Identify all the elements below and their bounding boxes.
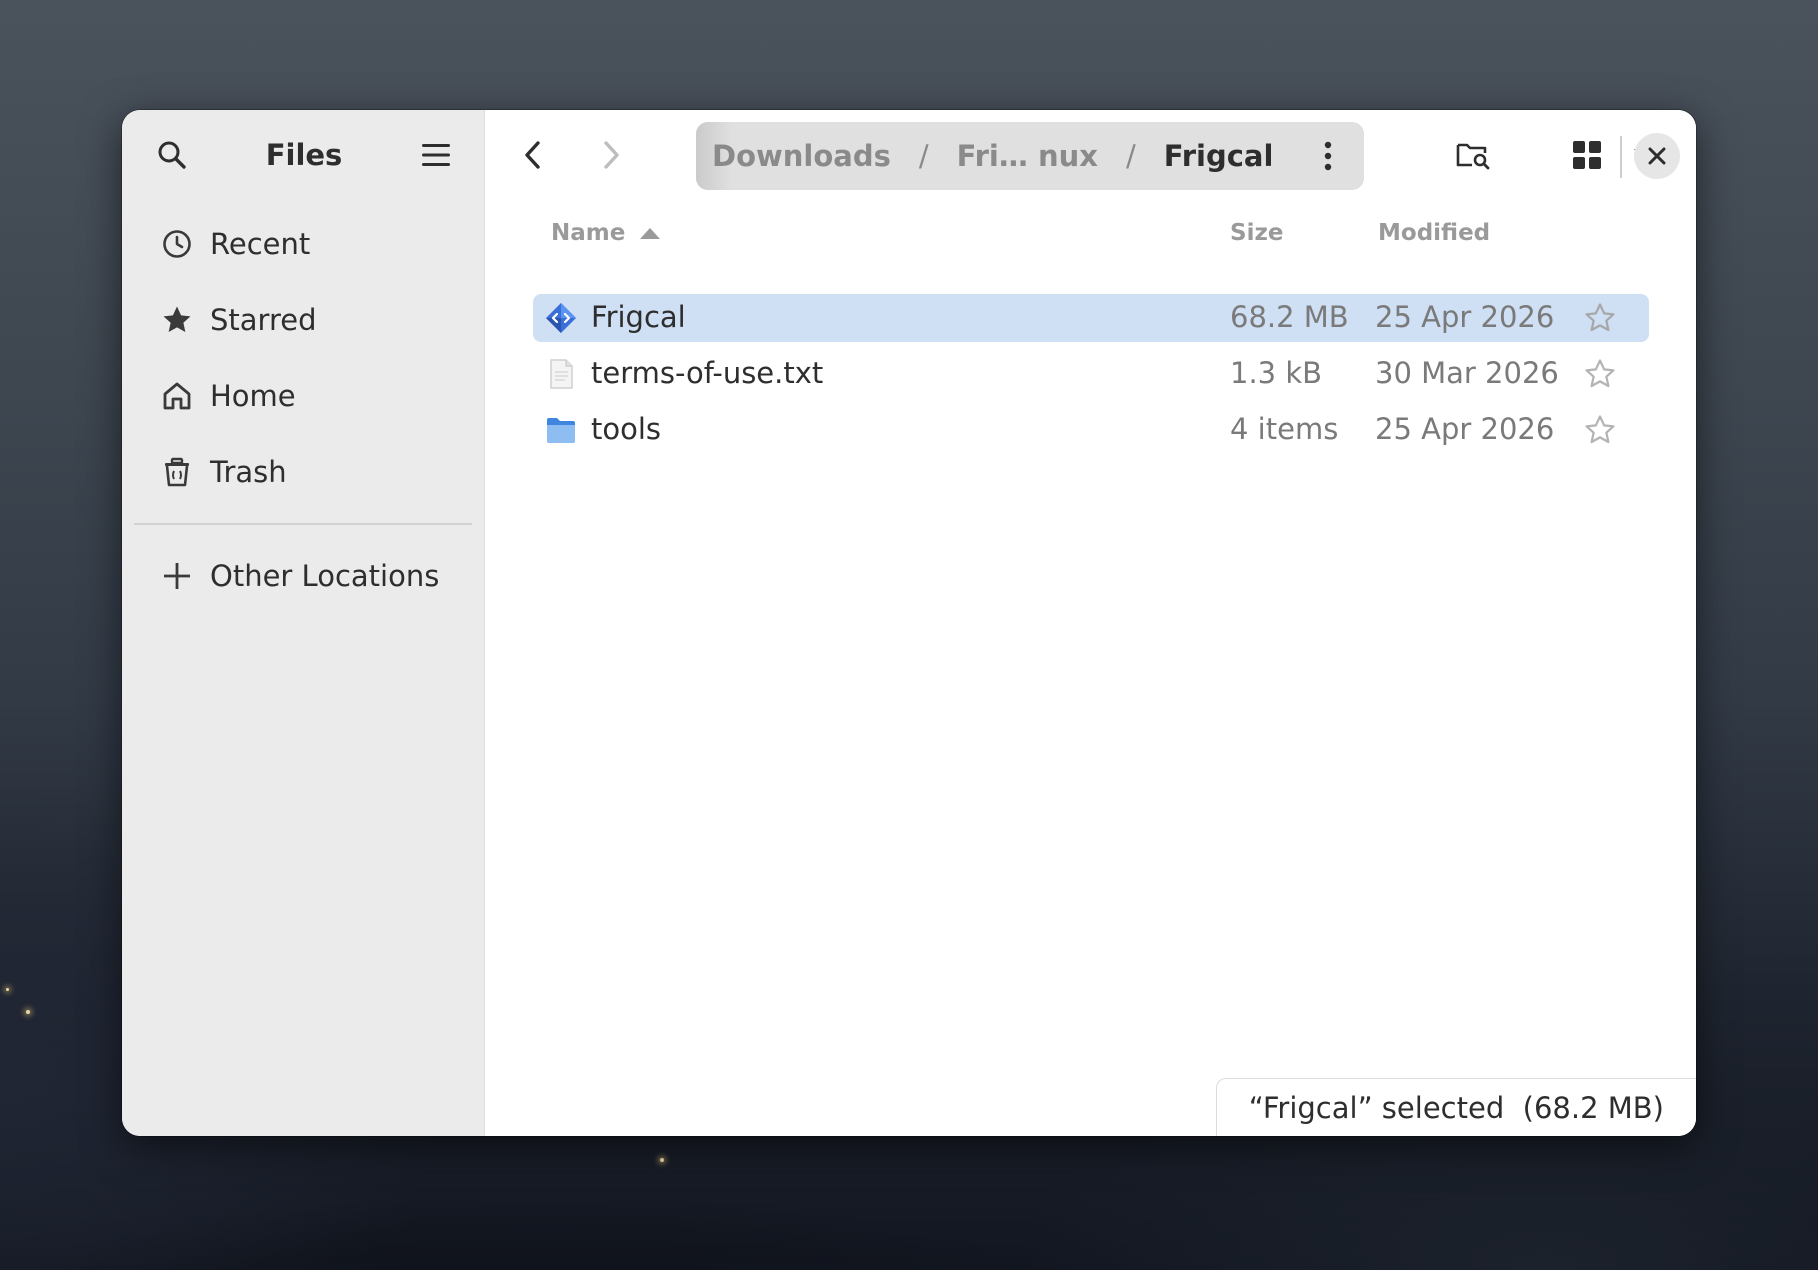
forward-button[interactable] [589, 133, 633, 177]
column-header-label: Name [551, 220, 626, 246]
grid-view-button[interactable] [1565, 133, 1609, 177]
breadcrumb-separator: / [918, 139, 929, 173]
folder-icon [547, 418, 575, 443]
breadcrumb: Downloads / Fri… nux / Frigcal [696, 122, 1364, 190]
file-modified: 25 Apr 2026 [1375, 300, 1555, 334]
file-browser: Downloads / Fri… nux / Frigcal Name Size… [485, 110, 1696, 1136]
file-row-tools[interactable]: tools 4 items 25 Apr 2026 [533, 406, 1649, 454]
column-header-modified[interactable]: Modified [1378, 220, 1490, 246]
header-bar: Downloads / Fri… nux / Frigcal [485, 110, 1696, 200]
chevron-right-icon [604, 141, 619, 169]
main-menu-button[interactable] [414, 133, 458, 177]
sidebar-item-label: Other Locations [210, 559, 440, 593]
executable-icon [546, 303, 576, 333]
sidebar-item-label: Starred [210, 303, 317, 337]
breadcrumb-downloads[interactable]: Downloads [712, 139, 891, 173]
breadcrumb-current[interactable]: Frigcal [1164, 139, 1274, 173]
sort-ascending-icon [640, 228, 661, 239]
search-in-folder-button[interactable] [1451, 133, 1495, 177]
clock-icon [160, 227, 194, 261]
file-row-frigcal[interactable]: Frigcal 68.2 MB 25 Apr 2026 [533, 294, 1649, 342]
sidebar-header: Files [122, 110, 484, 200]
back-button[interactable] [511, 133, 555, 177]
file-modified: 25 Apr 2026 [1375, 412, 1555, 446]
search-button[interactable] [150, 133, 194, 177]
home-icon [160, 379, 194, 413]
star-icon [160, 303, 194, 337]
file-row-terms-of-use[interactable]: terms-of-use.txt 1.3 kB 30 Mar 2026 [533, 350, 1649, 398]
star-toggle-button[interactable] [1581, 355, 1619, 393]
folder-menu-button[interactable] [1306, 134, 1350, 178]
file-modified: 30 Mar 2026 [1375, 356, 1559, 390]
file-name: terms-of-use.txt [591, 356, 824, 390]
file-size: 1.3 kB [1230, 356, 1323, 390]
star-outline-icon [1585, 415, 1615, 444]
sidebar-item-label: Home [210, 379, 296, 413]
view-button-divider [1620, 136, 1622, 178]
files-window: Files Recent Starred Home Trash Other Lo… [122, 110, 1696, 1136]
file-name: Frigcal [591, 300, 686, 334]
folder-search-icon [1456, 143, 1490, 170]
sidebar-item-label: Recent [210, 227, 311, 261]
star-toggle-button[interactable] [1581, 411, 1619, 449]
star-outline-icon [1585, 303, 1615, 332]
breadcrumb-parent[interactable]: Fri… nux [957, 139, 1098, 173]
sidebar-item-home[interactable]: Home [122, 358, 484, 434]
column-headers: Name Size Modified [485, 214, 1696, 258]
grid-icon [1573, 141, 1601, 169]
star-outline-icon [1585, 359, 1615, 388]
sidebar-item-starred[interactable]: Starred [122, 282, 484, 358]
column-header-name[interactable]: Name [551, 220, 661, 246]
sidebar-item-label: Trash [210, 455, 287, 489]
hamburger-menu-icon [422, 144, 450, 166]
places-list: Recent Starred Home Trash [122, 200, 484, 510]
sidebar: Files Recent Starred Home Trash Other Lo… [122, 110, 485, 1136]
trash-icon [160, 455, 194, 489]
app-title: Files [265, 138, 343, 172]
sidebar-item-recent[interactable]: Recent [122, 206, 484, 282]
plus-icon [160, 559, 194, 593]
close-window-button[interactable] [1634, 133, 1680, 179]
sidebar-divider [134, 523, 472, 525]
breadcrumb-separator: / [1125, 139, 1136, 173]
chevron-left-icon [525, 141, 540, 169]
file-name: tools [591, 412, 662, 446]
close-icon [1648, 147, 1666, 165]
sidebar-item-trash[interactable]: Trash [122, 434, 484, 510]
selection-status: “Frigcal” selected (68.2 MB) [1215, 1078, 1696, 1136]
search-icon [158, 141, 186, 169]
column-header-size[interactable]: Size [1230, 220, 1283, 246]
star-toggle-button[interactable] [1581, 299, 1619, 337]
file-size: 68.2 MB [1230, 300, 1349, 334]
sidebar-item-other-locations[interactable]: Other Locations [122, 538, 484, 614]
text-file-icon [550, 359, 573, 389]
file-size: 4 items [1230, 412, 1339, 446]
kebab-menu-icon [1324, 141, 1332, 171]
